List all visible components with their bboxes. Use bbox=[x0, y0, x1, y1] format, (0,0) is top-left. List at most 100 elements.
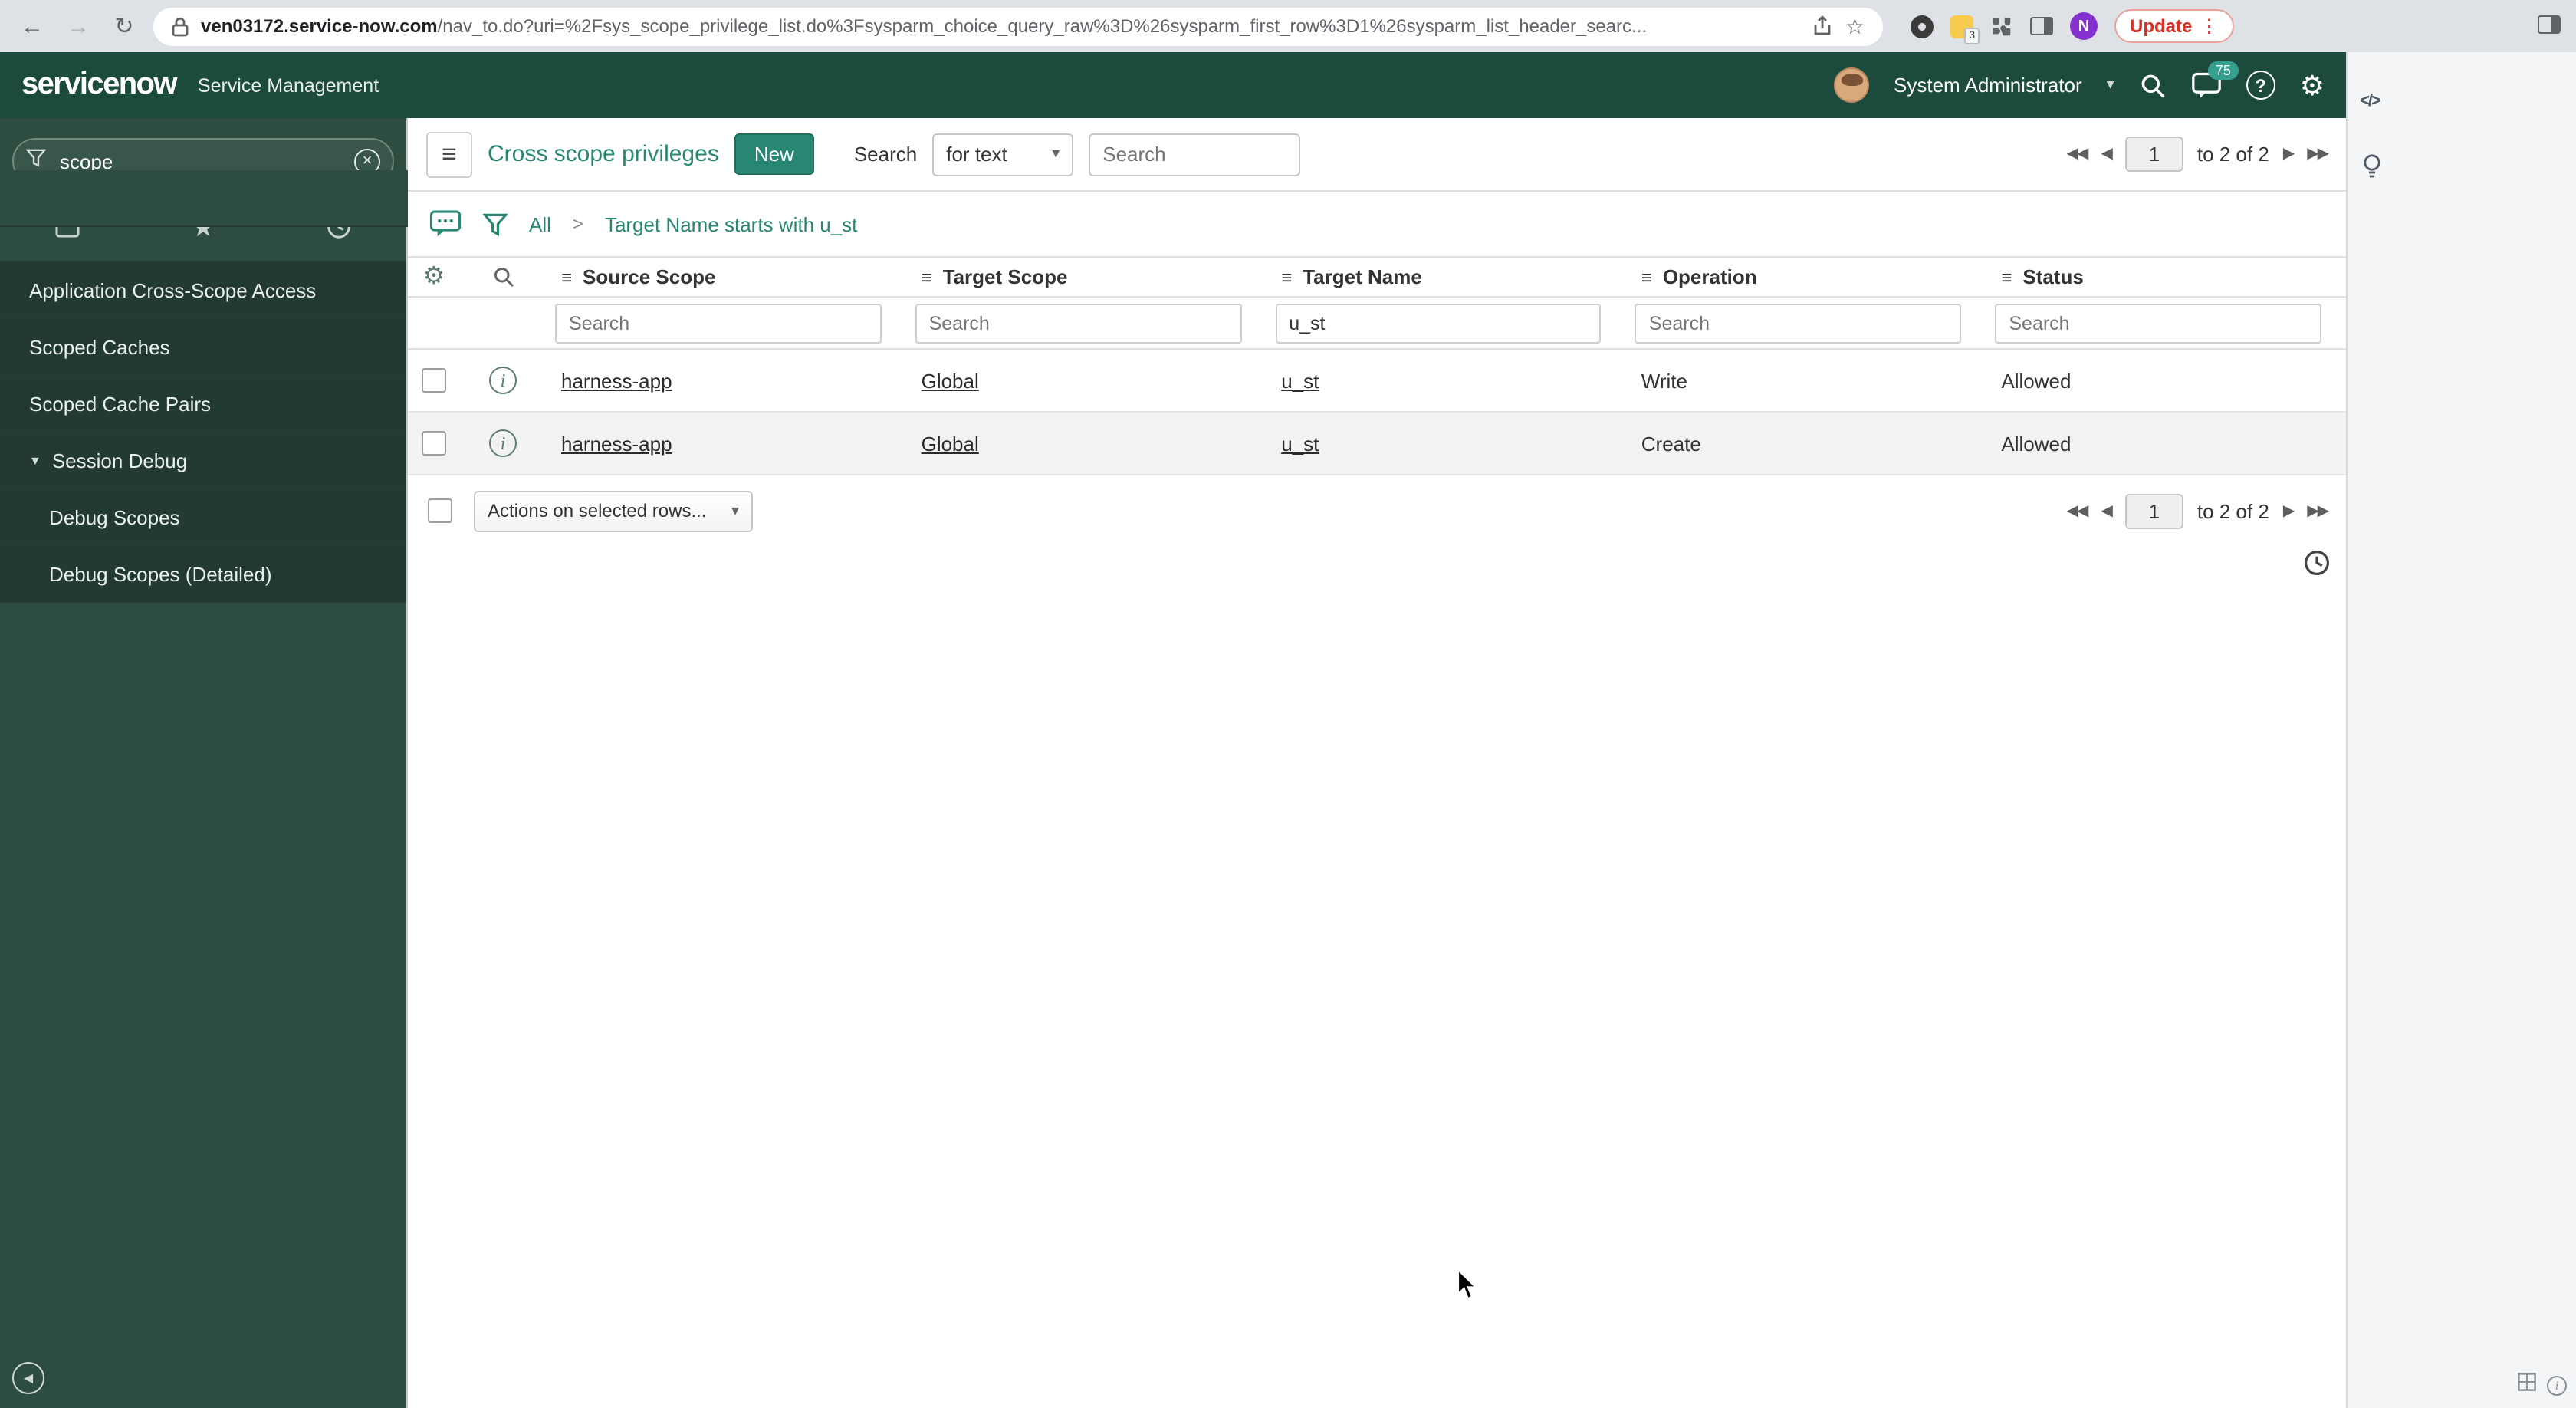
personalize-list-gear[interactable]: ⚙ bbox=[408, 264, 460, 289]
breadcrumb-all-link[interactable]: All bbox=[529, 212, 551, 235]
extension-icon-dark[interactable] bbox=[1911, 15, 1934, 38]
info-corner-icon[interactable]: i bbox=[2547, 1375, 2567, 1395]
collapse-sidebar-button[interactable]: ◀ bbox=[12, 1362, 44, 1394]
last-page-icon[interactable]: ▶▶ bbox=[2307, 146, 2329, 163]
lightbulb-icon[interactable] bbox=[2361, 153, 2383, 189]
browser-sidepanel-icon[interactable] bbox=[2030, 17, 2053, 35]
column-header-source-scope[interactable]: ≡ Source Scope bbox=[546, 265, 906, 288]
filter-cell-operation bbox=[1626, 303, 1986, 343]
column-header-target-name[interactable]: ≡ Target Name bbox=[1266, 265, 1626, 288]
comments-icon[interactable] bbox=[429, 210, 462, 238]
page-number-input[interactable] bbox=[2124, 137, 2183, 172]
global-search-icon[interactable] bbox=[2139, 71, 2167, 99]
sidebar-item-debug-scopes[interactable]: Debug Scopes bbox=[0, 489, 406, 546]
column-label: Target Name bbox=[1303, 265, 1422, 288]
sidebar-item-scoped-caches[interactable]: Scoped Caches bbox=[0, 319, 406, 376]
source-scope-link[interactable]: harness-app bbox=[561, 432, 672, 455]
next-page-icon[interactable]: ▶ bbox=[2283, 502, 2295, 519]
target-scope-link[interactable]: Global bbox=[922, 369, 979, 392]
sidebar-item-label: Debug Scopes bbox=[49, 505, 180, 528]
browser-panel-corner-icon[interactable] bbox=[2538, 15, 2561, 34]
rail-bottom-icons: i bbox=[2518, 1371, 2567, 1399]
new-record-button[interactable]: New bbox=[734, 133, 814, 175]
next-page-icon[interactable]: ▶ bbox=[2283, 146, 2295, 163]
browser-update-button[interactable]: Update ⋮ bbox=[2114, 9, 2234, 43]
filter-funnel-icon[interactable] bbox=[483, 212, 508, 235]
last-page-icon[interactable]: ▶▶ bbox=[2307, 502, 2329, 519]
row-info-cell: i bbox=[460, 367, 546, 394]
chevron-down-icon: ▾ bbox=[731, 502, 739, 519]
column-header-operation[interactable]: ≡ Operation bbox=[1626, 265, 1986, 288]
browser-menu-dots-icon[interactable]: ⋮ bbox=[2200, 15, 2218, 37]
first-page-icon[interactable]: ◀◀ bbox=[2067, 146, 2089, 163]
cell-target-name: u_st bbox=[1266, 369, 1626, 392]
filter-input-target-scope[interactable] bbox=[915, 303, 1242, 343]
sidebar-item-label: Debug Scopes (Detailed) bbox=[49, 562, 272, 585]
help-icon[interactable]: ? bbox=[2246, 71, 2275, 100]
extensions-puzzle-icon[interactable] bbox=[1990, 15, 2013, 38]
prev-page-icon[interactable]: ◀ bbox=[2101, 146, 2112, 163]
first-page-icon[interactable]: ◀◀ bbox=[2067, 502, 2089, 519]
list-search-toggle[interactable] bbox=[460, 265, 546, 288]
source-scope-link[interactable]: harness-app bbox=[561, 369, 672, 392]
top-pagination: ◀◀ ◀ to 2 of 2 ▶ ▶▶ bbox=[2067, 137, 2329, 172]
column-header-target-scope[interactable]: ≡ Target Scope bbox=[906, 265, 1267, 288]
product-subtitle: Service Management bbox=[197, 74, 380, 96]
settings-gear-icon[interactable]: ⚙ bbox=[2300, 71, 2325, 99]
list-search-input[interactable] bbox=[1089, 133, 1301, 176]
filter-input-status[interactable] bbox=[1995, 303, 2321, 343]
user-menu[interactable]: System Administrator bbox=[1894, 74, 2082, 97]
record-preview-icon[interactable]: i bbox=[489, 367, 517, 394]
row-checkbox[interactable] bbox=[422, 368, 446, 393]
list-refresh-timer-icon[interactable] bbox=[2303, 549, 2331, 584]
grid-icon[interactable] bbox=[2518, 1371, 2536, 1399]
servicenow-logo[interactable]: servicenow bbox=[21, 67, 178, 103]
search-type-select[interactable]: for text ▾ bbox=[932, 133, 1074, 176]
list-toolbar: ≡ Cross scope privileges New Search for … bbox=[408, 118, 2346, 192]
filter-cell-source-scope bbox=[546, 303, 906, 343]
sidebar-item-application-cross-scope-access[interactable]: Application Cross-Scope Access bbox=[0, 262, 406, 319]
site-lock-icon[interactable] bbox=[172, 16, 189, 36]
browser-profile-avatar[interactable]: N bbox=[2070, 12, 2098, 40]
code-icon[interactable]: </> bbox=[2360, 92, 2381, 110]
expand-triangle-icon[interactable]: ▼ bbox=[29, 453, 41, 467]
cell-target-scope: Global bbox=[906, 432, 1267, 455]
user-caret-icon[interactable]: ▾ bbox=[2107, 77, 2114, 94]
list-context-menu-button[interactable]: ≡ bbox=[426, 131, 472, 177]
select-all-checkbox[interactable] bbox=[428, 498, 452, 523]
target-name-link[interactable]: u_st bbox=[1281, 369, 1319, 392]
user-avatar[interactable] bbox=[1834, 67, 1869, 103]
header-right-cluster: System Administrator ▾ 75 ? ⚙ bbox=[1834, 61, 2325, 103]
filter-input-operation[interactable] bbox=[1635, 303, 1962, 343]
cell-source-scope: harness-app bbox=[546, 432, 906, 455]
extension-icon-yellow[interactable]: 3 bbox=[1950, 15, 1980, 44]
sidebar-item-session-debug[interactable]: ▼ Session Debug bbox=[0, 433, 406, 489]
url-text[interactable]: ven03172.service-now.com/nav_to.do?uri=%… bbox=[201, 15, 1801, 37]
cell-status: Allowed bbox=[1986, 369, 2346, 392]
breadcrumb-filter-link[interactable]: Target Name starts with u_st bbox=[605, 212, 857, 235]
column-menu-icon: ≡ bbox=[1641, 266, 1652, 288]
browser-reload-button[interactable]: ↻ bbox=[107, 9, 141, 43]
sidebar-item-debug-scopes-detailed[interactable]: Debug Scopes (Detailed) bbox=[0, 546, 406, 603]
actions-dropdown[interactable]: Actions on selected rows... ▾ bbox=[474, 490, 753, 531]
sidebar-item-scoped-cache-pairs[interactable]: Scoped Cache Pairs bbox=[0, 376, 406, 433]
target-scope-link[interactable]: Global bbox=[922, 432, 979, 455]
prev-page-icon[interactable]: ◀ bbox=[2101, 502, 2112, 519]
breadcrumb-row: All > Target Name starts with u_st bbox=[408, 192, 2346, 256]
url-bar[interactable]: ven03172.service-now.com/nav_to.do?uri=%… bbox=[153, 7, 1883, 45]
filter-input-source-scope[interactable] bbox=[555, 303, 882, 343]
row-checkbox[interactable] bbox=[422, 431, 446, 456]
conversations-icon[interactable]: 75 bbox=[2191, 61, 2239, 99]
filter-input-target-name[interactable] bbox=[1275, 303, 1602, 343]
browser-back-button[interactable]: ← bbox=[15, 9, 49, 43]
notification-badge: 75 bbox=[2207, 61, 2239, 79]
record-preview-icon[interactable]: i bbox=[489, 429, 517, 457]
share-icon[interactable] bbox=[1813, 15, 1833, 37]
bookmark-star-icon[interactable]: ☆ bbox=[1845, 15, 1865, 37]
target-name-link[interactable]: u_st bbox=[1281, 432, 1319, 455]
table-row: i harness-app Global u_st Write Allowed bbox=[408, 350, 2346, 413]
page-number-input[interactable] bbox=[2124, 493, 2183, 528]
column-header-status[interactable]: ≡ Status bbox=[1986, 265, 2346, 288]
browser-forward-button[interactable]: → bbox=[61, 9, 95, 43]
list-title-link[interactable]: Cross scope privileges bbox=[488, 141, 719, 167]
